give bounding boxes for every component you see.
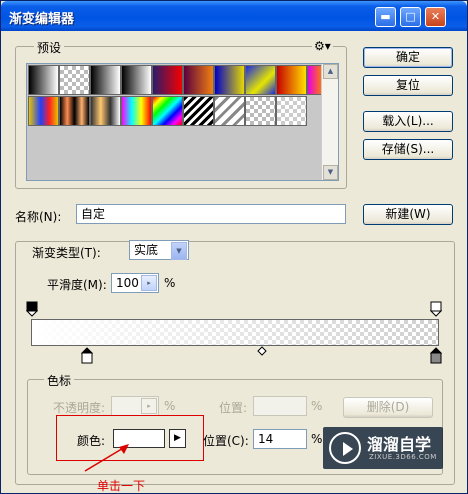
gradient-type-value: 实底 (134, 243, 159, 257)
title-bar: 渐变编辑器 ▬ □ ✕ (1, 1, 467, 31)
preset-swatch[interactable] (276, 65, 307, 95)
preset-scrollbar[interactable]: ▲ ▼ (321, 64, 338, 180)
smoothness-slider-arrow-icon[interactable]: ▸ (141, 275, 157, 291)
gear-icon[interactable]: ⚙▾ (312, 39, 333, 53)
opacity-stop-left-icon[interactable] (26, 301, 38, 317)
opacity-unit: % (164, 399, 176, 413)
gradient-type-select[interactable]: 实底 ▼ (129, 240, 189, 260)
gradient-type-label: 渐变类型(T): (29, 244, 104, 261)
chevron-down-icon[interactable]: ▼ (171, 242, 187, 260)
preset-swatch[interactable] (59, 65, 90, 95)
opacity-input: ▸ (111, 396, 159, 416)
gradient-editor-window: 渐变编辑器 ▬ □ ✕ 预设 ⚙▾ ▲ ▼ 确定 复位 载入(L)... 存储(… (0, 0, 468, 494)
annotation-arrow-icon (84, 444, 129, 472)
watermark-title: 溜溜自学 (367, 435, 432, 454)
color-stops-label: 色标 (44, 372, 75, 389)
presets-label: 预设 (34, 39, 65, 56)
name-label: 名称(N): (15, 210, 62, 224)
opacity-location-unit: % (311, 399, 323, 413)
opacity-location-label: 位置: (219, 401, 248, 415)
smoothness-value: 100 (116, 276, 139, 290)
watermark: 溜溜自学 ZIXUE.3D66.COM (323, 427, 443, 469)
preset-swatch[interactable] (214, 96, 245, 126)
color-location-input[interactable]: 14 (253, 429, 307, 449)
presets-group: 预设 ⚙▾ ▲ ▼ (15, 39, 347, 189)
preset-swatch[interactable] (214, 65, 245, 95)
preset-swatch[interactable] (152, 96, 183, 126)
preset-swatch[interactable] (90, 65, 121, 95)
color-stop-selected-icon[interactable] (81, 347, 93, 364)
preset-swatch[interactable] (183, 65, 214, 95)
name-input[interactable]: 自定 (76, 204, 346, 224)
preset-swatch[interactable] (121, 96, 152, 126)
color-stop-right-icon[interactable] (430, 347, 442, 364)
color-menu-arrow-icon[interactable]: ▶ (169, 429, 186, 448)
midpoint-diamond-icon[interactable] (257, 346, 267, 356)
ok-button[interactable]: 确定 (363, 47, 453, 68)
save-button[interactable]: 存储(S)... (363, 139, 453, 160)
preset-swatch[interactable] (121, 65, 152, 95)
scroll-up-arrow-icon[interactable]: ▲ (323, 64, 338, 79)
preset-swatch[interactable] (245, 96, 276, 126)
annotation-text: 单击一下 (97, 479, 146, 493)
reset-button[interactable]: 复位 (363, 75, 453, 96)
watermark-logo-icon (329, 432, 361, 464)
color-location-unit: % (311, 432, 323, 446)
preset-swatch[interactable] (28, 96, 59, 126)
delete-stop-button: 删除(D) (343, 397, 433, 418)
scroll-down-arrow-icon[interactable]: ▼ (323, 165, 338, 180)
minimize-button[interactable]: ▬ (375, 7, 396, 27)
window-title: 渐变编辑器 (9, 12, 75, 27)
preset-swatch[interactable] (245, 65, 276, 95)
close-button[interactable]: ✕ (425, 7, 446, 27)
preset-swatch[interactable] (183, 96, 214, 126)
preset-swatch[interactable] (59, 96, 90, 126)
preset-swatch[interactable] (90, 96, 121, 126)
opacity-slider-arrow-icon: ▸ (141, 398, 157, 414)
preset-swatch-grid: ▲ ▼ (26, 63, 339, 181)
smoothness-unit: % (164, 276, 176, 290)
preset-swatch[interactable] (28, 65, 59, 95)
new-button[interactable]: 新建(W) (363, 204, 453, 225)
opacity-location-input (253, 396, 307, 416)
preset-swatch[interactable] (152, 65, 183, 95)
opacity-label: 不透明度: (53, 401, 106, 415)
gradient-preview-bar[interactable] (31, 319, 439, 346)
color-location-label: 位置(C): (203, 434, 249, 448)
smoothness-label: 平滑度(M): (47, 278, 107, 292)
preset-swatch[interactable] (276, 96, 307, 126)
watermark-url: ZIXUE.3D66.COM (369, 453, 437, 461)
smoothness-input[interactable]: 100 ▸ (111, 273, 159, 293)
maximize-button[interactable]: □ (400, 7, 421, 27)
load-button[interactable]: 载入(L)... (363, 111, 453, 132)
opacity-stop-right-icon[interactable] (430, 301, 442, 317)
